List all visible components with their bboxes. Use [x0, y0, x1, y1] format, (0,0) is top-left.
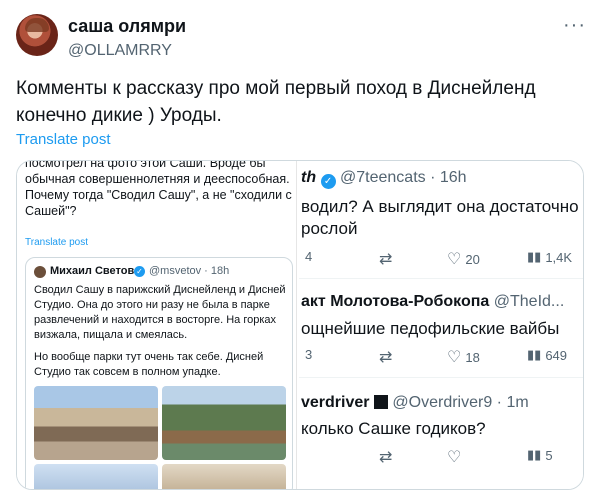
views-icon: ▮▮ — [527, 347, 542, 362]
more-options-icon[interactable]: ··· — [563, 14, 586, 37]
quoted-post: Михаил Светов ✓ @msvetov · 18h Сводил Са… — [25, 257, 293, 489]
separator — [299, 278, 583, 279]
right-screenshot: th ✓ @7teencats · 16h водил? А выглядит … — [299, 161, 583, 489]
avatar[interactable] — [16, 14, 58, 56]
retweet-icon: ⇄ — [379, 251, 393, 268]
retweet-icon: ⇄ — [379, 349, 393, 366]
views-action: ▮▮ 1,4K — [527, 249, 572, 265]
tweet-body-line-1: колько Сашке годиков? — [301, 419, 486, 438]
tweet-header: th ✓ @7teencats · 16h — [301, 169, 467, 189]
tweet-actions: 3 ⇄ ♡ 18 ▮▮ 649 — [301, 347, 571, 367]
tweet-author-name: акт Молотова-Робокопа — [301, 293, 490, 310]
post-image[interactable]: посмотрел на фото этой Саши. Вроде бы об… — [16, 160, 584, 490]
tweet-header: verdriver @Overdriver9 · 1m — [301, 394, 529, 412]
reply-count: 3 — [305, 347, 313, 362]
view-count: 5 — [545, 447, 553, 463]
quote-text: Сводил Сашу в парижский Диснейленд и Дис… — [34, 284, 286, 341]
tweet-author-name: verdriver — [301, 394, 370, 411]
tweet-author-name: th — [301, 169, 317, 186]
reply-count: 4 — [305, 249, 313, 264]
quote-text-2: Но вообще парки тут очень так себе. Дисн… — [34, 351, 264, 378]
reply-action: 3 — [301, 347, 312, 362]
retweet-icon: ⇄ — [379, 449, 393, 466]
translate-post-link[interactable]: Translate post — [16, 131, 111, 148]
like-action: ♡ 18 — [447, 347, 480, 367]
heart-icon: ♡ — [447, 349, 462, 366]
author-name[interactable]: саша олямри — [68, 16, 186, 37]
views-icon: ▮▮ — [527, 447, 542, 462]
heart-icon: ♡ — [447, 449, 462, 466]
views-action: ▮▮ 649 — [527, 347, 567, 363]
author-handle[interactable]: @OLLAMRRY — [68, 42, 172, 60]
like-count: 18 — [465, 349, 480, 365]
quote-author-handle: @msvetov · 18h — [149, 265, 230, 277]
tweet-actions: 4 ⇄ ♡ 20 ▮▮ 1,4K — [301, 249, 572, 269]
separator — [299, 377, 583, 378]
tweet-header: акт Молотова-Робокопа @TheId... — [301, 293, 564, 311]
view-count: 649 — [545, 347, 568, 363]
reply-action: 4 — [301, 249, 312, 264]
tweet-actions: ⇄ ♡ ▮▮ 5 — [301, 447, 571, 467]
tweet-author-handle: @TheId... — [493, 293, 565, 310]
photo-ride — [162, 386, 286, 460]
translate-post-link: Translate post — [25, 237, 88, 248]
post-text: Комменты к рассказу про мой первый поход… — [16, 78, 536, 126]
photo-street — [34, 386, 158, 460]
tweet-body-line-2: рослой — [301, 219, 358, 238]
views-icon: ▮▮ — [527, 249, 542, 264]
verified-badge-icon: ✓ — [134, 266, 145, 277]
quote-author-name: Михаил Светов — [50, 265, 135, 277]
views-action: ▮▮ 5 — [527, 447, 553, 463]
square-emoji-icon — [373, 395, 388, 409]
photo-building — [162, 464, 286, 489]
like-count: 20 — [465, 251, 480, 267]
verified-badge-icon: ✓ — [320, 174, 336, 189]
left-screenshot: посмотрел на фото этой Саши. Вроде бы об… — [17, 160, 296, 489]
heart-icon: ♡ — [447, 251, 462, 268]
quote-avatar — [34, 266, 46, 278]
photo-sky — [34, 464, 158, 489]
reply-text: посмотрел на фото этой Саши. Вроде бы об… — [25, 160, 292, 218]
tweet-author-handle: @Overdriver9 · 1m — [392, 394, 529, 411]
tweet-author-handle: @7teencats · 16h — [340, 169, 467, 186]
tweet-body-line-1: ощнейшие педофильские вайбы — [301, 319, 560, 338]
like-action: ♡ 20 — [447, 249, 480, 269]
view-count: 1,4K — [545, 249, 573, 265]
